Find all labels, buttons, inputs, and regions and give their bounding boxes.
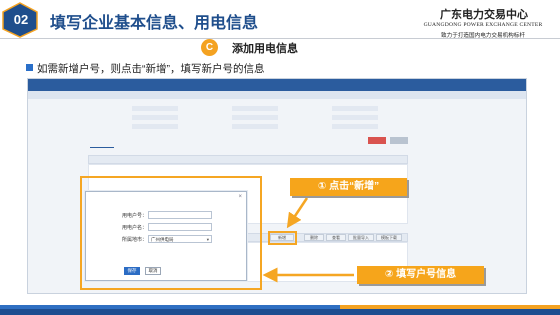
callout-step-2: ② 填写户号信息 <box>357 266 484 284</box>
arrow-to-add-button <box>286 197 309 229</box>
callout-step-1: ① 点击“新增” <box>290 178 407 196</box>
footer-accent-orange <box>340 305 560 309</box>
footer-accent-blue <box>0 305 340 309</box>
